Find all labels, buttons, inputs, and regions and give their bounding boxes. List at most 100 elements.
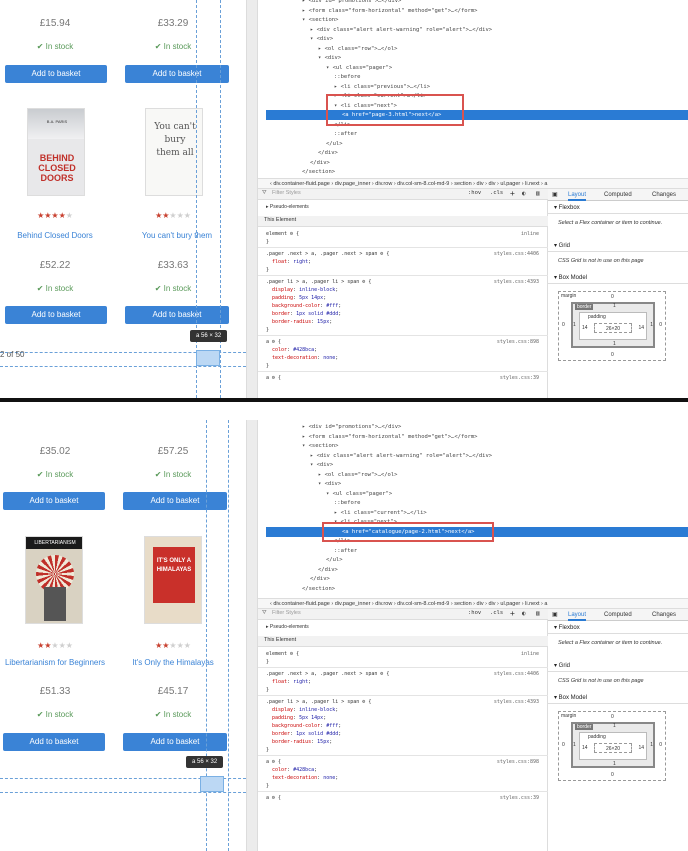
dom-node[interactable]: ▾ <section> bbox=[302, 441, 338, 451]
dom-node[interactable]: </div> bbox=[310, 158, 330, 168]
rule-source-link[interactable]: styles.css:39 bbox=[500, 374, 539, 383]
dom-node[interactable]: ::after bbox=[334, 546, 357, 556]
dom-node[interactable]: ▾ <section> bbox=[302, 15, 338, 25]
css-value[interactable]: #428bca bbox=[293, 347, 314, 353]
rule-selector[interactable]: element ⚙ { bbox=[266, 650, 299, 659]
css-property[interactable]: background-color bbox=[272, 303, 320, 309]
book-cover[interactable]: B.A. PARIS BEHIND CLOSED DOORS bbox=[27, 108, 85, 196]
product-title-link[interactable]: You can't bury them bbox=[122, 230, 232, 241]
dom-node[interactable]: ▾ <div> bbox=[310, 460, 333, 470]
dom-node[interactable]: ::before bbox=[334, 498, 361, 508]
css-value[interactable]: right bbox=[293, 259, 308, 265]
dom-node[interactable]: </ul> bbox=[326, 555, 343, 565]
pseudo-elements-toggle[interactable]: ▸ Pseudo-elements bbox=[266, 623, 309, 632]
css-property[interactable]: display bbox=[272, 287, 293, 293]
css-value[interactable]: none bbox=[323, 775, 335, 781]
rule-selector[interactable]: a ⚙ { bbox=[266, 374, 281, 383]
flexbox-section[interactable]: ▾ Flexbox bbox=[548, 203, 688, 214]
css-value[interactable]: 5px 14px bbox=[299, 295, 323, 301]
dom-node[interactable]: ▾ <ul class="pager"> bbox=[326, 63, 392, 73]
cls-toggle[interactable]: .cls bbox=[490, 610, 503, 616]
book-cover[interactable]: You can't bury them all bbox=[145, 108, 203, 196]
rule-source-link[interactable]: styles.css:4393 bbox=[494, 278, 539, 287]
add-to-basket-button[interactable]: Add to basket bbox=[5, 65, 107, 83]
dom-node[interactable]: </ul> bbox=[326, 139, 343, 149]
rule-source-link[interactable]: styles.css:898 bbox=[497, 338, 539, 347]
css-declaration[interactable]: border-radius: 15px; bbox=[272, 318, 332, 327]
box-model-section[interactable]: ▾ Box Model bbox=[548, 693, 688, 704]
tab-changes[interactable]: Changes bbox=[652, 189, 676, 201]
css-value[interactable]: #fff bbox=[326, 303, 338, 309]
hov-toggle[interactable]: :hov bbox=[468, 190, 481, 196]
rule-source-link[interactable]: styles.css:4406 bbox=[494, 670, 539, 679]
add-to-basket-button[interactable]: Add to basket bbox=[3, 492, 105, 510]
panel-splitter[interactable] bbox=[246, 0, 258, 398]
css-declaration[interactable]: text-decoration: none; bbox=[272, 774, 338, 783]
tab-layout[interactable]: Layout bbox=[568, 609, 587, 621]
css-property[interactable]: color bbox=[272, 767, 287, 773]
css-property[interactable]: text-decoration bbox=[272, 355, 317, 361]
product-title-link[interactable]: Libertarianism for Beginners bbox=[0, 657, 110, 668]
panel-icon[interactable]: ▣ bbox=[552, 609, 558, 621]
dom-node[interactable]: ▸ <div class="alert alert-warning" role=… bbox=[310, 451, 492, 461]
css-declaration[interactable]: text-decoration: none; bbox=[272, 354, 338, 363]
css-property[interactable]: border-radius bbox=[272, 739, 311, 745]
rule-source-link[interactable]: inline bbox=[521, 650, 539, 659]
dom-node[interactable]: ▸ <form class="form-horizontal" method="… bbox=[302, 432, 478, 442]
color-picker-icon[interactable]: ◐ bbox=[522, 190, 526, 197]
css-value[interactable]: 1px solid #ddd bbox=[296, 731, 338, 737]
dom-node[interactable]: </div> bbox=[318, 565, 338, 575]
css-declaration[interactable]: float: right; bbox=[272, 258, 311, 267]
css-value[interactable]: right bbox=[293, 679, 308, 685]
rule-source-link[interactable]: styles.css:4406 bbox=[494, 250, 539, 259]
panel-splitter[interactable] bbox=[246, 420, 258, 851]
add-to-basket-button[interactable]: Add to basket bbox=[5, 306, 107, 324]
add-rule-icon[interactable]: + bbox=[510, 189, 515, 198]
rule-source-link[interactable]: styles.css:898 bbox=[497, 758, 539, 767]
add-rule-icon[interactable]: + bbox=[510, 609, 515, 618]
dom-node[interactable]: ::before bbox=[334, 72, 361, 82]
dom-node[interactable]: ▸ <ol class="row">…</ol> bbox=[318, 470, 397, 480]
tab-computed[interactable]: Computed bbox=[604, 189, 632, 201]
css-value[interactable]: none bbox=[323, 355, 335, 361]
grid-section[interactable]: ▾ Grid bbox=[548, 661, 688, 672]
rule-source-link[interactable]: styles.css:4393 bbox=[494, 698, 539, 707]
dom-node[interactable]: ▾ <ul class="pager"> bbox=[326, 489, 392, 499]
panel-icon[interactable]: ▣ bbox=[552, 189, 558, 201]
css-value[interactable]: 5px 14px bbox=[299, 715, 323, 721]
next-link-highlight[interactable] bbox=[196, 350, 220, 366]
css-value[interactable]: 15px bbox=[317, 739, 329, 745]
css-declaration[interactable]: float: right; bbox=[272, 678, 311, 687]
pseudo-elements-toggle[interactable]: ▸ Pseudo-elements bbox=[266, 203, 309, 212]
color-picker-icon[interactable]: ◐ bbox=[522, 610, 526, 617]
dom-node[interactable]: ▸ <form class="form-horizontal" method="… bbox=[302, 6, 478, 16]
css-property[interactable]: border bbox=[272, 311, 290, 317]
dom-node[interactable]: ▸ <div class="alert alert-warning" role=… bbox=[310, 25, 492, 35]
filter-styles-input[interactable]: Filter Styles bbox=[272, 190, 301, 196]
sidebar-toggle-icon[interactable]: ▥ bbox=[536, 190, 540, 197]
cls-toggle[interactable]: .cls bbox=[490, 190, 503, 196]
css-value[interactable]: 1px solid #ddd bbox=[296, 311, 338, 317]
css-value[interactable]: 15px bbox=[317, 319, 329, 325]
dom-node[interactable]: </div> bbox=[318, 148, 338, 158]
css-value[interactable]: inline-block bbox=[299, 287, 335, 293]
tab-computed[interactable]: Computed bbox=[604, 609, 632, 621]
dom-node[interactable]: ::after bbox=[334, 129, 357, 139]
dom-node[interactable]: ▸ <li class="current">…</li> bbox=[334, 508, 427, 518]
add-to-basket-button[interactable]: Add to basket bbox=[123, 733, 227, 751]
dom-node[interactable]: ▸ <div id="promotions">…</div> bbox=[302, 422, 401, 432]
css-property[interactable]: display bbox=[272, 707, 293, 713]
add-to-basket-button[interactable]: Add to basket bbox=[125, 65, 229, 83]
dom-node[interactable]: ▸ <ol class="row">…</ol> bbox=[318, 44, 397, 54]
grid-section[interactable]: ▾ Grid bbox=[548, 241, 688, 252]
css-value[interactable]: #428bca bbox=[293, 767, 314, 773]
css-property[interactable]: float bbox=[272, 679, 287, 685]
css-value[interactable]: #fff bbox=[326, 723, 338, 729]
dom-node[interactable]: </div> bbox=[310, 574, 330, 584]
box-model-section[interactable]: ▾ Box Model bbox=[548, 273, 688, 284]
tab-layout[interactable]: Layout bbox=[568, 189, 587, 201]
product-title-link[interactable]: Behind Closed Doors bbox=[0, 230, 110, 241]
rule-source-link[interactable]: inline bbox=[521, 230, 539, 239]
dom-node[interactable]: ▾ <div> bbox=[310, 34, 333, 44]
css-property[interactable]: background-color bbox=[272, 723, 320, 729]
